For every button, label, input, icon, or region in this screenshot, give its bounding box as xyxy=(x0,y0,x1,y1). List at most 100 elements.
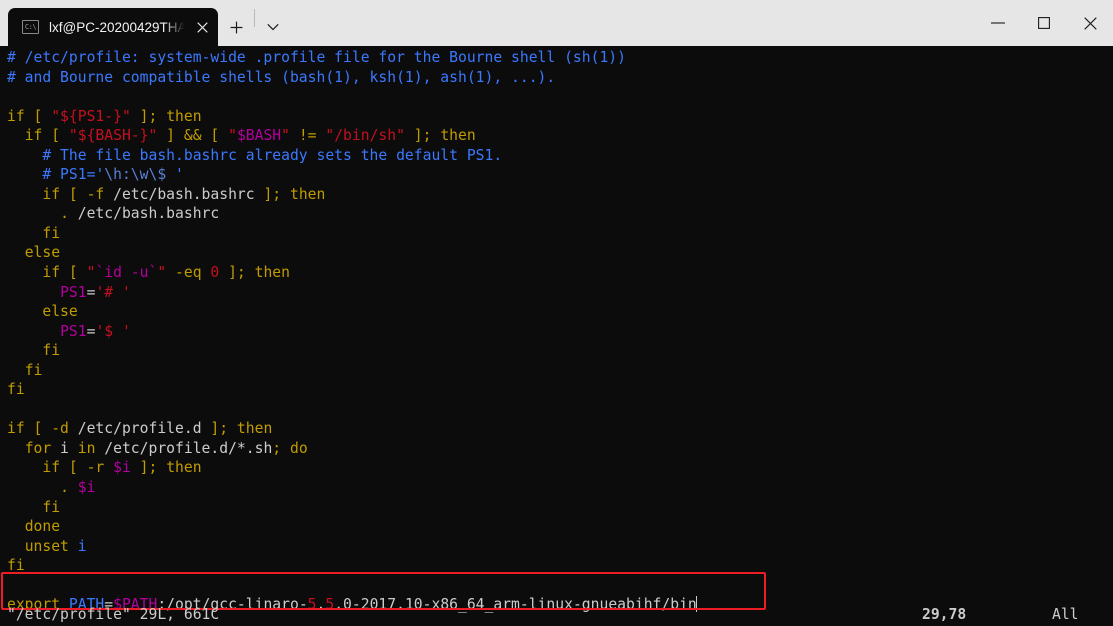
code-token: if xyxy=(42,185,61,203)
terminal-line: if [ "${BASH-}" ] && [ "$BASH" != "/bin/… xyxy=(7,126,1113,146)
chevron-down-icon[interactable] xyxy=(255,8,291,46)
code-token: != xyxy=(290,127,326,145)
close-tab-icon[interactable] xyxy=(186,8,218,46)
code-token: i xyxy=(77,537,87,555)
code-token: ]; xyxy=(210,420,237,438)
terminal-line: done xyxy=(7,517,1113,537)
terminal-content[interactable]: # /etc/profile: system-wide .profile fil… xyxy=(0,46,1113,626)
code-token: fi xyxy=(42,224,61,242)
code-token: [ xyxy=(24,420,52,438)
tab-strip: C:\ lxf@PC-20200429THAT: /opt/g xyxy=(0,0,291,46)
terminal-line: fi xyxy=(7,341,1113,361)
vim-cursor-position: 29,78 xyxy=(922,606,967,623)
vim-scroll-position: All xyxy=(1052,606,1079,623)
code-token: if xyxy=(24,127,43,145)
code-token: then xyxy=(289,185,326,203)
code-token: fi xyxy=(42,498,61,516)
cmd-prompt-icon: C:\ xyxy=(22,20,39,34)
code-token: else xyxy=(42,303,78,321)
code-token: -f xyxy=(86,185,105,203)
code-token: "${BASH-}" xyxy=(68,127,158,145)
code-token: [ xyxy=(60,459,87,477)
code-token: /etc/profile.d/*.sh xyxy=(95,439,273,457)
vim-status-line: "/etc/profile" 29L, 661C 29,78 All xyxy=(0,606,1113,626)
terminal-line: else xyxy=(7,243,1113,263)
terminal-line: . /etc/bash.bashrc xyxy=(7,204,1113,224)
code-token: " xyxy=(228,127,237,145)
tab-active[interactable]: C:\ lxf@PC-20200429THAT: /opt/g xyxy=(8,8,218,46)
code-token: ]; xyxy=(263,185,290,203)
code-token: "/bin/sh" xyxy=(325,127,405,145)
terminal-line: else xyxy=(7,302,1113,322)
terminal-line: # The file bash.bashrc already sets the … xyxy=(7,146,1113,166)
code-token: [ xyxy=(24,107,52,125)
code-token: ; xyxy=(272,439,290,457)
code-token: '$ ' xyxy=(95,322,131,340)
terminal-line: if [ "${PS1-}" ]; then xyxy=(7,107,1113,127)
code-token: /etc/profile.d xyxy=(68,420,211,438)
code-token: else xyxy=(24,244,61,262)
code-token: $i xyxy=(77,479,96,497)
code-token: then xyxy=(440,127,476,145)
code-token: if xyxy=(7,107,25,125)
new-tab-button[interactable] xyxy=(218,8,254,46)
code-token: " xyxy=(157,264,167,282)
terminal-line: # PS1='\h:\w\$ ' xyxy=(7,165,1113,185)
terminal-line: fi xyxy=(7,380,1113,400)
code-token: then xyxy=(166,459,202,477)
code-token: if xyxy=(7,420,25,438)
window-controls xyxy=(975,0,1113,46)
code-token: " xyxy=(281,127,290,145)
code-token: # /etc/profile: system-wide .profile fil… xyxy=(7,49,626,66)
code-token: fi xyxy=(7,557,25,575)
code-token: in xyxy=(77,439,96,457)
code-token: . xyxy=(60,205,69,223)
code-token: if xyxy=(42,264,61,282)
code-token: fi xyxy=(42,342,61,360)
vim-buffer[interactable]: # /etc/profile: system-wide .profile fil… xyxy=(7,48,1113,626)
code-token: "${PS1-}" xyxy=(51,107,131,125)
terminal-line: . $i xyxy=(7,478,1113,498)
code-token: then xyxy=(254,264,290,282)
maximize-button[interactable] xyxy=(1021,0,1067,46)
close-window-button[interactable] xyxy=(1067,0,1113,46)
terminal-line: if [ -r $i ]; then xyxy=(7,458,1113,478)
code-token: ]; xyxy=(219,264,255,282)
code-token: [ xyxy=(42,127,69,145)
code-token: ]; xyxy=(130,107,167,125)
vim-file-info: "/etc/profile" 29L, 661C xyxy=(7,606,220,623)
code-token: $BASH xyxy=(236,127,282,145)
code-token: PS1 xyxy=(60,283,87,301)
code-token: -eq xyxy=(166,264,211,282)
code-token: PS1 xyxy=(60,322,87,340)
terminal-line: if [ "`id -u`" -eq 0 ]; then xyxy=(7,263,1113,283)
code-token: # PS1= xyxy=(42,166,96,184)
code-token: # and Bourne compatible shells (bash(1),… xyxy=(7,68,556,86)
code-token: i xyxy=(51,439,78,457)
code-token: ]; xyxy=(130,459,167,477)
terminal-line: PS1='# ' xyxy=(7,283,1113,303)
minimize-button[interactable] xyxy=(975,0,1021,46)
code-token: if xyxy=(42,459,61,477)
code-token: ' xyxy=(166,166,184,184)
code-token: -r xyxy=(86,459,105,477)
code-token: do xyxy=(289,439,308,457)
terminal-line: fi xyxy=(7,361,1113,381)
code-token: then xyxy=(166,107,202,125)
code-token: ' xyxy=(95,166,105,184)
